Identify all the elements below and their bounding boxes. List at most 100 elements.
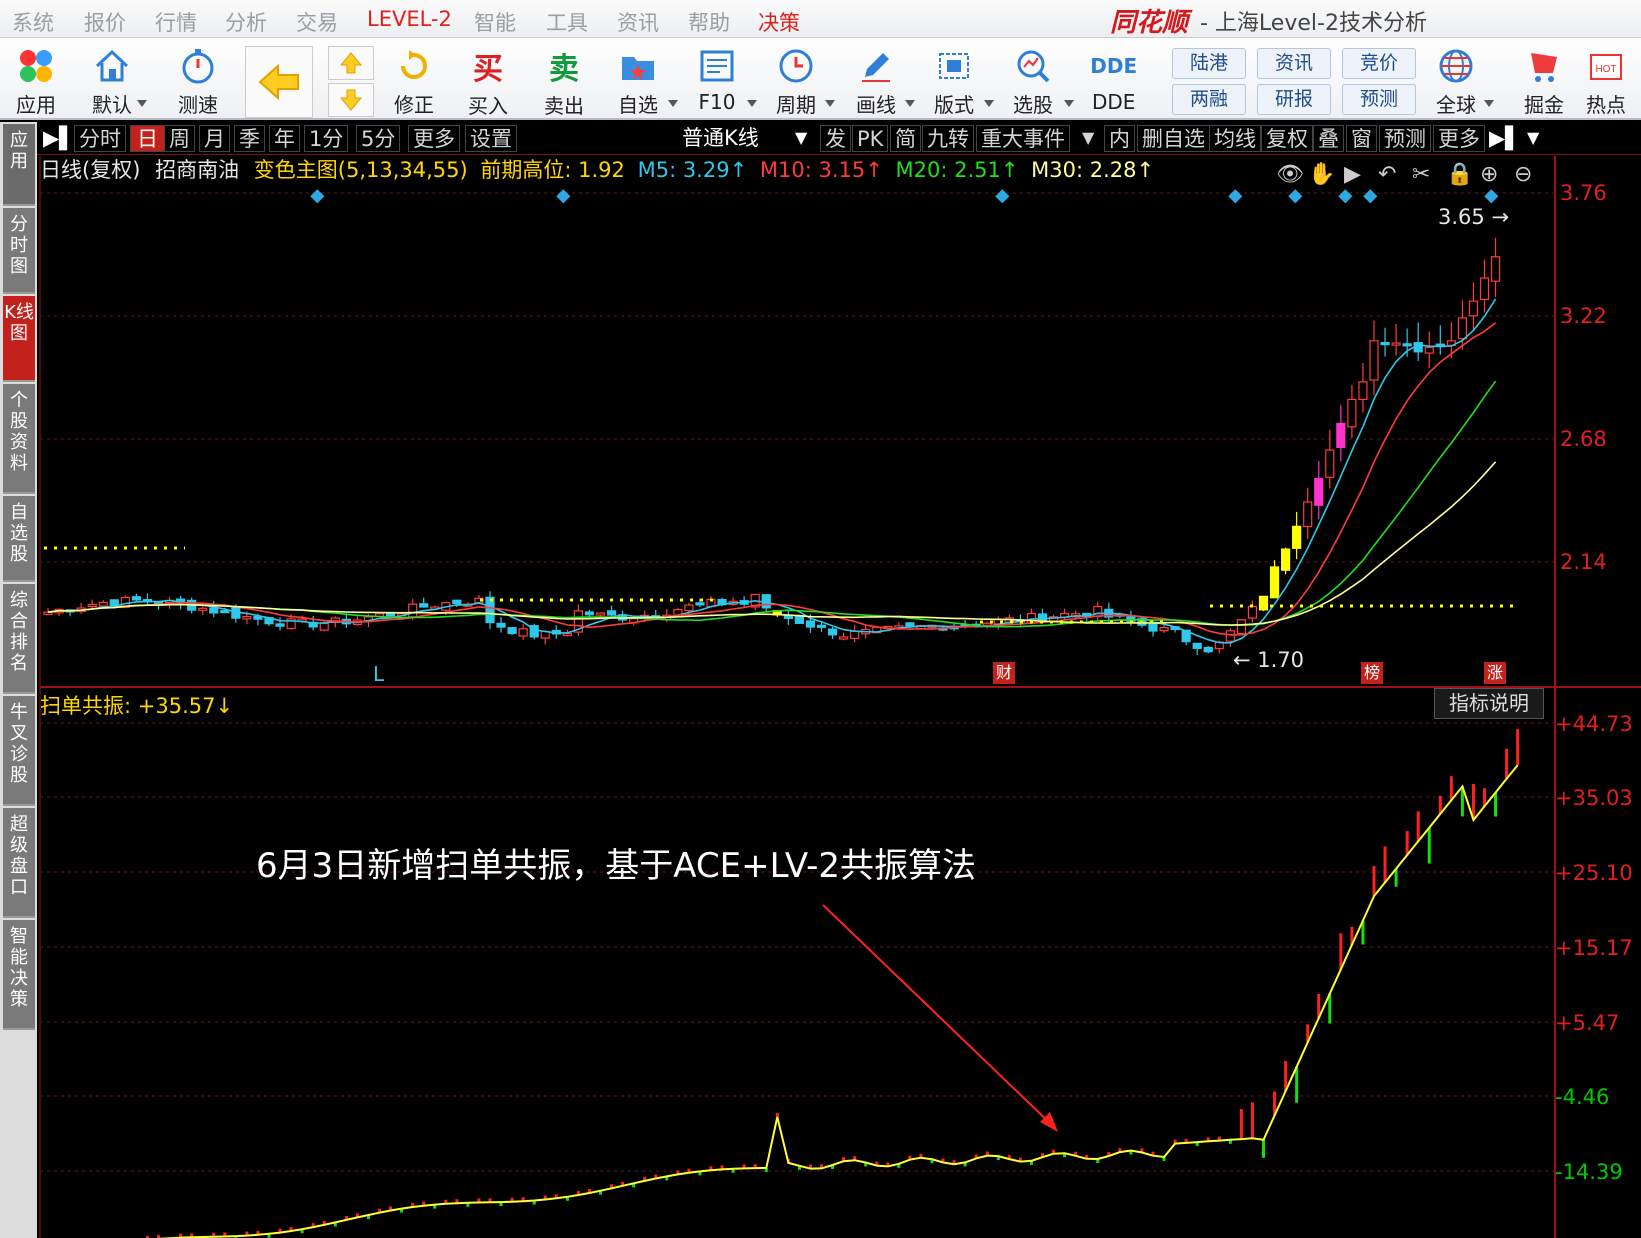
low-price-label: ← 1.70 [1233,648,1305,672]
candle-body [1269,566,1280,599]
indicator-line [157,764,1519,1238]
candle-body [827,628,838,636]
legend-m20: M20: 2.51↑ [895,158,1019,182]
price-axis-label: 2.14 [1560,550,1607,574]
candle-body [1203,646,1213,653]
indicator-axis-label: +5.47 [1555,1011,1620,1035]
legend-m30: M30: 2.28↑ [1031,158,1155,182]
indicator-axis-label: +25.10 [1555,861,1633,885]
candle-body [606,610,617,616]
indicator-axis-label: -14.39 [1555,1160,1623,1184]
candlesticks [43,237,1501,656]
event-diamond [1363,189,1378,204]
indicator-axis-label: +15.17 [1555,936,1633,960]
annotation-arrow [822,904,1056,1129]
chart-legend: 日线(复权) 招商南油 变色主图(5,13,34,55) 前期高位: 1.92 … [40,156,1154,184]
candle-body [198,607,208,611]
event-diamond [1338,189,1353,204]
candle-body [1292,525,1302,549]
indicator-axis-label: +44.73 [1555,712,1633,736]
hand-icon[interactable]: ✋ [1308,162,1335,187]
candle-body [1490,256,1501,282]
legend-stock-name: 招商南油 [155,158,240,182]
zoom-in-icon[interactable]: ⊕ [1480,162,1498,187]
scissors-icon[interactable]: ✂ [1412,162,1430,187]
eye-icon[interactable]: 👁 [1276,162,1304,187]
candle-body [496,622,506,628]
event-diamond [1228,189,1243,204]
candle-body [794,615,805,624]
candle-body [408,603,418,618]
candle-body [1468,300,1479,317]
legend-m5: M5: 3.29↑ [637,158,748,182]
candle-body [87,603,97,608]
candle-body [982,622,992,626]
legend-main-indicator[interactable]: 变色主图(5,13,34,55) [254,158,468,182]
candle-body [1037,613,1048,622]
event-diamond [1288,189,1303,204]
event-diamond [1484,189,1499,204]
legend-period: 日线(复权) [40,158,141,182]
candle-body [1424,346,1434,354]
indicator-axis-label: -4.46 [1555,1085,1610,1109]
candle-body [1247,605,1258,619]
candle-body [595,612,606,616]
candle-body [684,604,694,612]
event-diamond [995,189,1010,204]
candle-body [850,630,860,639]
lock-icon[interactable]: 🔒 [1446,162,1473,187]
high-price-label: 3.65 → [1438,205,1510,229]
candle-body [419,603,429,608]
candle-body [805,620,816,628]
candle-body [242,616,252,620]
indicator-legend: 扫单共振: +35.57↓ [40,694,234,718]
candle-body [695,602,705,606]
marker-ranking[interactable]: 榜 [1361,662,1383,684]
candle-body [220,610,230,614]
legend-prev-high: 前期高位: 1.92 [480,158,625,182]
candle-body [1303,501,1313,528]
candle-body [1479,277,1490,300]
candle-body [1391,342,1401,346]
marker-limit-up[interactable]: 涨 [1484,662,1506,684]
candle-body [905,622,915,627]
candle-body [1314,478,1324,506]
zoom-out-icon[interactable]: ⊖ [1514,162,1532,187]
play-icon[interactable]: ▶ [1344,162,1361,187]
candle-body [1380,341,1390,346]
candle-body [584,611,595,616]
candle-body [1347,398,1357,428]
candle-body [1236,619,1247,635]
event-diamond [556,189,571,204]
candle-body [109,599,119,606]
candle-body [1280,548,1291,571]
candle-body [385,613,396,617]
indicator-help-button[interactable]: 指标说明 [1434,688,1544,719]
marker-l[interactable]: L [373,662,384,686]
candle-body [507,627,517,635]
event-diamond [310,189,325,204]
candle-body [1358,381,1368,400]
annotation-text: 6月3日新增扫单共振，基于ACE+LV-2共振算法 [256,846,977,886]
ma30-line [47,461,1497,626]
candle-body [1336,422,1346,449]
candle-body [1192,642,1202,649]
candle-body [1258,595,1269,611]
marker-earnings[interactable]: 财 [993,662,1015,684]
candle-body [275,623,285,627]
price-axis-label: 2.68 [1560,427,1607,451]
candle-body [452,599,462,605]
candle-body [1325,449,1335,478]
candle-body [98,601,108,607]
candle-body [1402,343,1412,347]
candle-body [1159,627,1169,632]
candle-body [838,636,849,640]
candle-body [209,607,219,614]
candle-body [1225,630,1235,642]
undo-icon[interactable]: ↶ [1378,162,1396,187]
indicator-axis-label: +35.03 [1555,786,1633,810]
candle-body [319,622,329,631]
candle-body [253,615,263,620]
candle-body [562,632,572,637]
candle-body [1369,340,1379,381]
